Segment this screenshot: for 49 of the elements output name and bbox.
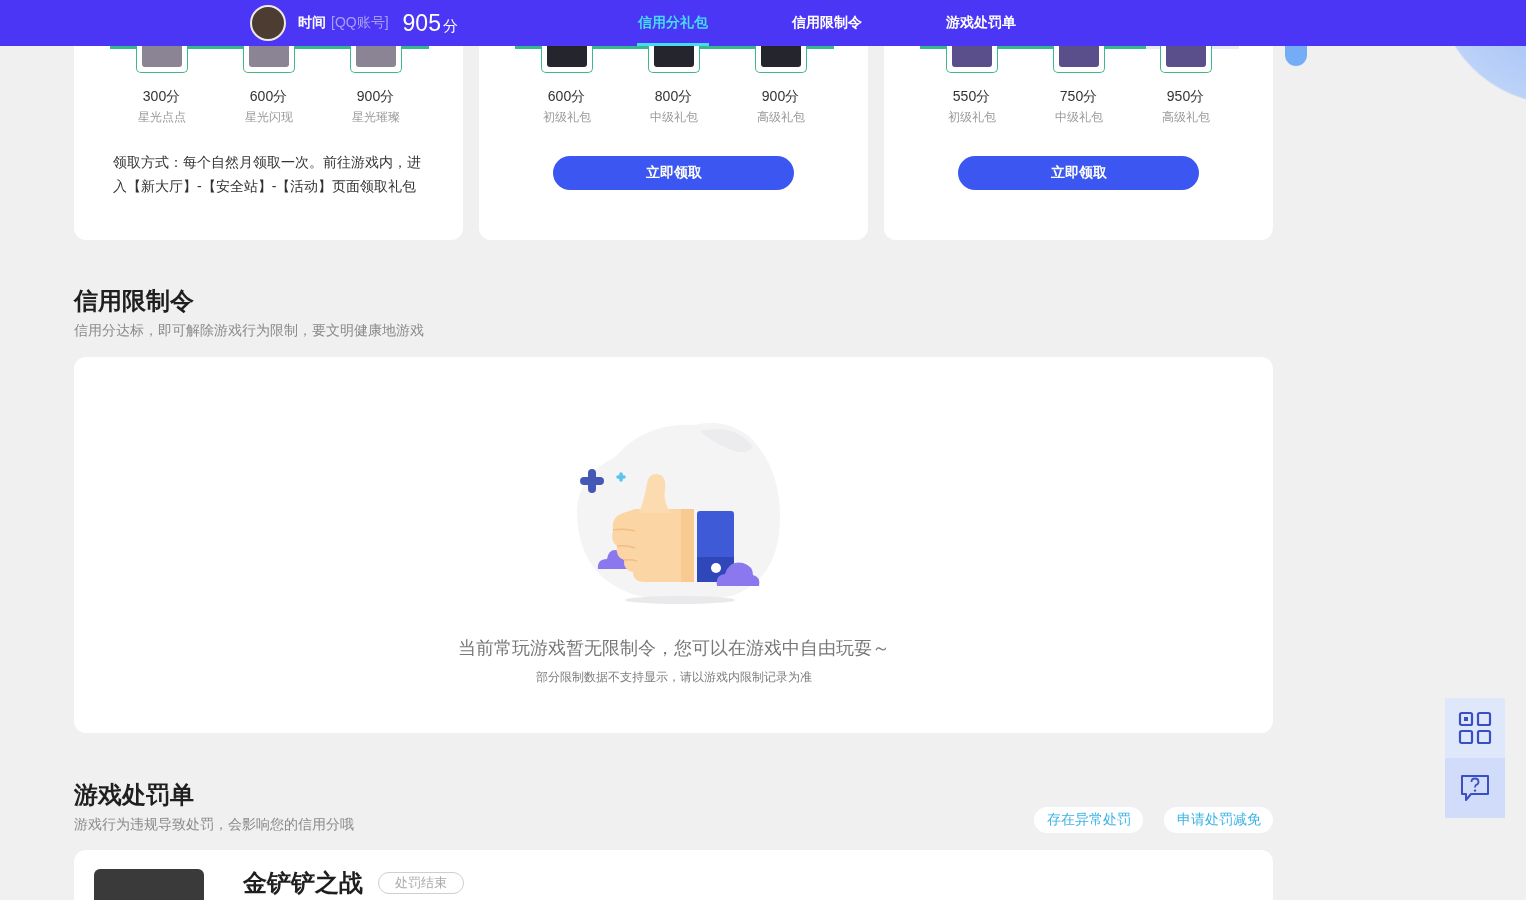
item-name: 高级礼包 xyxy=(1161,109,1210,126)
item-name: 初级礼包 xyxy=(947,109,996,126)
help-button[interactable] xyxy=(1445,758,1505,818)
item-image-placeholder xyxy=(248,46,289,67)
game-title: 金铲铲之战 xyxy=(243,869,363,897)
item-name: 星光璀璨 xyxy=(351,109,400,126)
item-name: 高级礼包 xyxy=(756,109,805,126)
credit-score: 905 xyxy=(402,9,441,37)
item-name: 星光点点 xyxy=(137,109,186,126)
section-subtitle: 游戏行为违规导致处罚，会影响您的信用分哦 xyxy=(74,815,354,833)
section-title: 信用限制令 xyxy=(74,286,195,316)
item-points: 900分 xyxy=(761,87,800,106)
item-image-placeholder xyxy=(141,46,182,67)
avatar xyxy=(250,5,286,41)
item-name: 星光闪现 xyxy=(244,109,293,126)
item-points: 550分 xyxy=(952,87,991,106)
item-points: 600分 xyxy=(547,87,586,106)
claim-button[interactable]: 立即领取 xyxy=(958,156,1199,190)
account-label: [QQ账号] xyxy=(331,14,389,32)
item-image-placeholder xyxy=(355,46,396,67)
score-unit: 分 xyxy=(442,16,458,36)
side-handle[interactable] xyxy=(1285,46,1307,66)
empty-message: 当前常玩游戏暂无限制令，您可以在游戏中自由玩耍～ xyxy=(457,637,890,660)
claim-instructions: 领取方式：每个自然月领取一次。前往游戏内，进入【新大厅】-【安全站】-【活动】页面领取礼包 xyxy=(112,153,422,196)
item-image-placeholder xyxy=(760,46,801,67)
item-image-placeholder xyxy=(951,46,992,67)
item-points: 750分 xyxy=(1059,87,1098,106)
item-points: 300分 xyxy=(142,87,181,106)
qr-code-button[interactable] xyxy=(1445,698,1505,758)
section-subtitle: 信用分达标，即可解除游戏行为限制，要文明健康地游戏 xyxy=(74,321,425,339)
item-points: 600分 xyxy=(249,87,288,106)
item-points: 900分 xyxy=(356,87,395,106)
item-image-placeholder xyxy=(1165,46,1206,67)
section-title: 游戏处罚单 xyxy=(74,780,195,810)
item-name: 中级礼包 xyxy=(649,109,698,126)
item-image-placeholder xyxy=(1058,46,1099,67)
nav-tab[interactable]: 信用限制令 xyxy=(791,0,863,46)
qr-code-icon xyxy=(1458,711,1492,745)
claim-button[interactable]: 立即领取 xyxy=(553,156,794,190)
user-name: 时间 xyxy=(298,14,326,32)
item-image-placeholder xyxy=(653,46,694,67)
item-points: 800分 xyxy=(654,87,693,106)
nav-tab[interactable]: 游戏处罚单 xyxy=(945,0,1017,46)
empty-note: 部分限制数据不支持显示，请以游戏内限制记录为准 xyxy=(535,669,812,686)
help-icon xyxy=(1459,773,1491,803)
item-image-placeholder xyxy=(546,46,587,67)
item-points: 950分 xyxy=(1166,87,1205,106)
item-name: 初级礼包 xyxy=(542,109,591,126)
item-name: 中级礼包 xyxy=(1054,109,1103,126)
